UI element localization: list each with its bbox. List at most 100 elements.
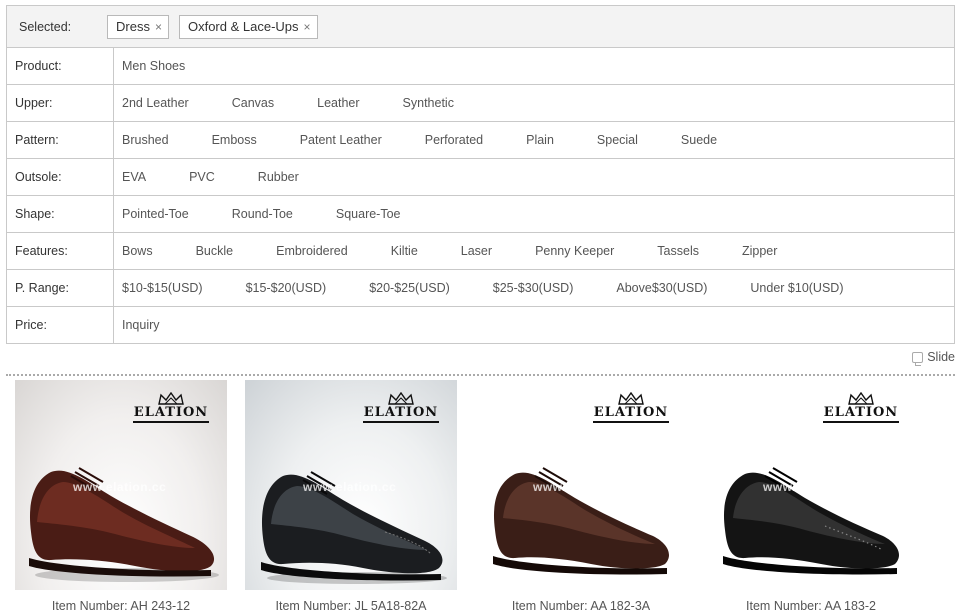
slide-toggle[interactable]: Slide (912, 350, 955, 366)
filter-label: Product: (7, 48, 114, 84)
watermark: www.elation.cc (303, 480, 397, 494)
filter-option[interactable]: Patent Leather (300, 133, 382, 147)
filter-options: Bows Buckle Embroidered Kiltie Laser Pen… (114, 233, 820, 269)
shoe-image (29, 467, 219, 582)
product-image[interactable]: ELATION www.elation.cc (245, 380, 457, 590)
filter-options: Inquiry (114, 307, 203, 343)
filter-option[interactable]: Tassels (657, 244, 699, 258)
filter-label: Upper: (7, 85, 114, 121)
watermark: www.elation.cc (73, 480, 167, 494)
remove-icon[interactable]: × (304, 20, 311, 34)
filter-label: Price: (7, 307, 114, 343)
product-caption[interactable]: Item Number: AH 243-12 (0, 599, 247, 613)
brand-logo: ELATION (821, 392, 901, 423)
filter-option[interactable]: Laser (461, 244, 492, 258)
watermark: www.elation.cc (763, 480, 857, 494)
filter-option[interactable]: Penny Keeper (535, 244, 614, 258)
filter-label: Features: (7, 233, 114, 269)
filter-option[interactable]: Pointed-Toe (122, 207, 189, 221)
shoe-image (261, 471, 447, 584)
filter-option[interactable]: Buckle (196, 244, 234, 258)
filter-row-product: Product: Men Shoes (7, 47, 954, 84)
filter-row-outsole: Outsole: EVA PVC Rubber (7, 158, 954, 195)
chip-oxford-lace-ups[interactable]: Oxford & Lace-Ups × (178, 14, 318, 39)
filter-option[interactable]: Kiltie (391, 244, 418, 258)
filter-option[interactable]: Plain (526, 133, 554, 147)
product-image[interactable]: ELATION www.elation.cc (475, 380, 687, 590)
filter-option[interactable]: Zipper (742, 244, 777, 258)
filter-option[interactable]: Embroidered (276, 244, 348, 258)
filter-row-upper: Upper: 2nd Leather Canvas Leather Synthe… (7, 84, 954, 121)
filter-option[interactable]: PVC (189, 170, 215, 184)
filter-options: 2nd Leather Canvas Leather Synthetic (114, 85, 497, 121)
selected-label: Selected: (19, 19, 72, 34)
filter-option[interactable]: $25-$30(USD) (493, 281, 574, 295)
filter-option[interactable]: EVA (122, 170, 146, 184)
filter-row-pattern: Pattern: Brushed Emboss Patent Leather P… (7, 121, 954, 158)
product-image[interactable]: ELATION www.elation.cc (705, 380, 917, 590)
product-card: ELATION www.elation.cc Item Number: AH 2… (15, 380, 227, 615)
divider (6, 374, 955, 376)
filter-option[interactable]: Inquiry (122, 318, 160, 332)
brand-logo: ELATION (361, 392, 441, 423)
filter-option[interactable]: Rubber (258, 170, 299, 184)
filter-option[interactable]: Special (597, 133, 638, 147)
remove-icon[interactable]: × (155, 20, 162, 34)
filter-option[interactable]: Canvas (232, 96, 274, 110)
filter-option[interactable]: $15-$20(USD) (246, 281, 327, 295)
crown-icon (158, 392, 184, 405)
filter-table: Selected: Dress × Oxford & Lace-Ups × Pr… (6, 5, 955, 344)
brand-name: ELATION (593, 405, 669, 420)
filter-label: Outsole: (7, 159, 114, 195)
shoe-image (493, 467, 669, 575)
product-caption[interactable]: Item Number: JL 5A18-82A (225, 599, 477, 613)
filter-option[interactable]: Under $10(USD) (750, 281, 843, 295)
filter-option[interactable]: $10-$15(USD) (122, 281, 203, 295)
selected-row: Selected: Dress × Oxford & Lace-Ups × (7, 6, 954, 47)
brand-name: ELATION (823, 405, 899, 420)
filter-option[interactable]: Square-Toe (336, 207, 401, 221)
filter-row-shape: Shape: Pointed-Toe Round-Toe Square-Toe (7, 195, 954, 232)
filter-option[interactable]: Emboss (212, 133, 257, 147)
filter-options: Men Shoes (114, 48, 228, 84)
filter-row-price: Price: Inquiry (7, 306, 954, 343)
filter-option[interactable]: Synthetic (403, 96, 454, 110)
product-card: ELATION www.elation.cc Item Number: AA 1… (475, 380, 687, 615)
filter-label: P. Range: (7, 270, 114, 306)
filter-options: $10-$15(USD) $15-$20(USD) $20-$25(USD) $… (114, 270, 886, 306)
product-card: ELATION www.elation.cc Item Number: JL 5… (245, 380, 457, 615)
filter-option[interactable]: Men Shoes (122, 59, 185, 73)
chip-label: Oxford & Lace-Ups (187, 19, 299, 34)
filter-option[interactable]: 2nd Leather (122, 96, 189, 110)
brand-logo: ELATION (131, 392, 211, 423)
filter-options: EVA PVC Rubber (114, 159, 342, 195)
chip-label: Dress (116, 19, 150, 34)
shoe-image (723, 467, 899, 575)
filter-option[interactable]: Bows (122, 244, 153, 258)
product-card: ELATION www.elation.cc Item Number: AA 1… (705, 380, 917, 615)
crown-icon (388, 392, 414, 405)
filter-options: Pointed-Toe Round-Toe Square-Toe (114, 196, 444, 232)
crown-icon (618, 392, 644, 405)
filter-row-features: Features: Bows Buckle Embroidered Kiltie… (7, 232, 954, 269)
watermark: www.elation.cc (533, 480, 627, 494)
crown-icon (848, 392, 874, 405)
filter-option[interactable]: Suede (681, 133, 717, 147)
product-grid: ELATION www.elation.cc Item Number: AH 2… (0, 380, 961, 615)
filter-option[interactable]: Above$30(USD) (616, 281, 707, 295)
brand-logo: ELATION (591, 392, 671, 423)
filter-option[interactable]: Leather (317, 96, 359, 110)
brand-name: ELATION (133, 405, 209, 420)
filter-option[interactable]: Round-Toe (232, 207, 293, 221)
filter-row-price-range: P. Range: $10-$15(USD) $15-$20(USD) $20-… (7, 269, 954, 306)
product-caption[interactable]: Item Number: AA 183-2 (685, 599, 937, 613)
product-image[interactable]: ELATION www.elation.cc (15, 380, 227, 590)
filter-option[interactable]: Brushed (122, 133, 169, 147)
chip-dress[interactable]: Dress × (107, 14, 169, 39)
product-caption[interactable]: Item Number: AA 182-3A (455, 599, 707, 613)
filter-option[interactable]: $20-$25(USD) (369, 281, 450, 295)
filter-option[interactable]: Perforated (425, 133, 483, 147)
brand-name: ELATION (363, 405, 439, 420)
slide-label: Slide (927, 350, 955, 364)
slide-icon (912, 351, 924, 366)
